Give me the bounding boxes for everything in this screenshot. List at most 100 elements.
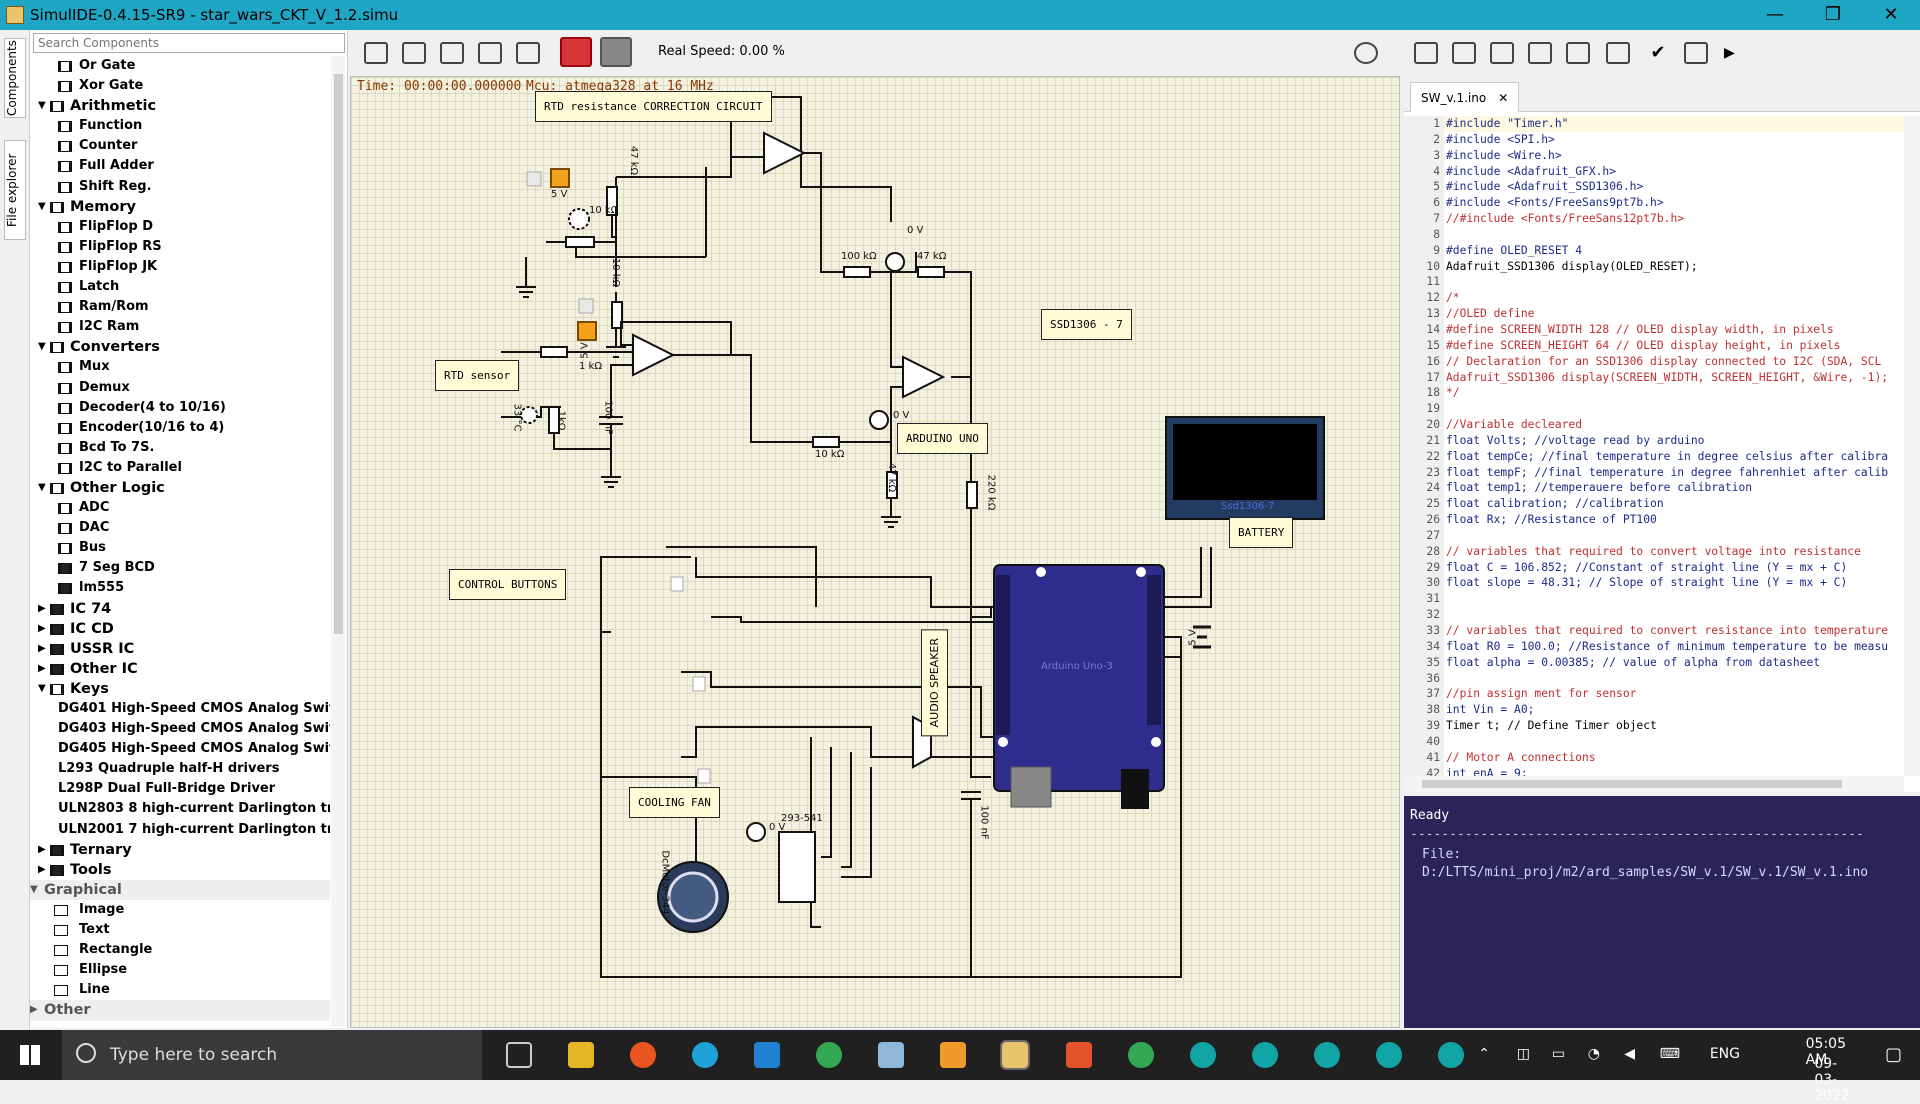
simulide-taskbar-icon[interactable]: [1000, 1040, 1030, 1070]
notification-icon[interactable]: ▢: [1885, 1044, 1902, 1065]
compile-check-icon[interactable]: ✔: [1646, 42, 1670, 64]
tree-category[interactable]: ▶ Other IC: [30, 659, 330, 679]
code-line[interactable]: 14 #define SCREEN_WIDTH 128 // OLED displ…: [1404, 321, 1904, 338]
pause-button[interactable]: [600, 37, 632, 67]
code-line[interactable]: 16// Declaration for an SSD1306 display …: [1404, 353, 1904, 370]
editor-open-button[interactable]: [1490, 42, 1514, 64]
new-circuit-button[interactable]: [402, 42, 426, 64]
code-line[interactable]: 12/*: [1404, 290, 1904, 307]
code-line[interactable]: 25 float calibration; //calibration: [1404, 496, 1904, 513]
tab-sw-v1-ino[interactable]: SW_v.1.ino ✕: [1410, 82, 1520, 112]
code-line[interactable]: 20//Variable decleared: [1404, 417, 1904, 433]
code-line[interactable]: 39 Timer t; // Define Timer object: [1404, 718, 1904, 734]
tab-file-explorer[interactable]: File explorer: [4, 140, 26, 240]
expand-down-icon[interactable]: ▼: [38, 197, 46, 217]
tree-category[interactable]: ▶ IC 74: [30, 599, 330, 619]
code-line[interactable]: 28// variables that required to convert …: [1404, 543, 1904, 560]
tree-item[interactable]: Bcd To 7S.: [30, 438, 330, 458]
edge-icon[interactable]: [692, 1042, 718, 1068]
tree-item[interactable]: L298P Dual Full-Bridge Driver: [30, 779, 330, 799]
expand-down-icon[interactable]: ▼: [38, 478, 46, 498]
battery-icon[interactable]: ▭: [1552, 1046, 1565, 1062]
label-rtd-sensor[interactable]: RTD sensor: [435, 360, 520, 391]
tree-item[interactable]: FlipFlop D: [30, 217, 330, 237]
tree-item[interactable]: Ram/Rom: [30, 297, 330, 317]
open-circuit-button[interactable]: [440, 42, 464, 64]
editor-menu-button[interactable]: [1414, 42, 1438, 64]
code-line[interactable]: 4 #include <Adafruit_GFX.h>: [1404, 163, 1904, 180]
save-as-button[interactable]: [516, 42, 540, 64]
minimize-button[interactable]: —: [1746, 0, 1804, 30]
code-line[interactable]: 18 */: [1404, 385, 1904, 402]
tree-item[interactable]: I2C Ram: [30, 317, 330, 337]
tree-item[interactable]: DG405 High-Speed CMOS Analog Switc...: [30, 739, 330, 759]
wifi-icon[interactable]: ◔: [1588, 1046, 1600, 1062]
editor-new-button[interactable]: [1452, 42, 1476, 64]
arduino-icon-2[interactable]: [1252, 1042, 1278, 1068]
tree-item[interactable]: Or Gate: [30, 56, 330, 76]
windows-start-icon[interactable]: [20, 1045, 40, 1065]
expand-right-icon[interactable]: ▶: [38, 599, 46, 619]
component-tree-scrollbar[interactable]: [331, 56, 345, 1026]
tree-item[interactable]: Latch: [30, 277, 330, 297]
keyboard-icon[interactable]: ⌨: [1660, 1046, 1680, 1062]
tree-category[interactable]: ▶ IC CD: [30, 619, 330, 639]
graphical-item[interactable]: Rectangle: [30, 940, 330, 960]
code-line[interactable]: 19: [1404, 401, 1904, 418]
expand-down-icon[interactable]: ▼: [38, 679, 46, 699]
vscode-icon[interactable]: [754, 1042, 780, 1068]
code-line[interactable]: 5 #include <Adafruit_SSD1306.h>: [1404, 179, 1904, 196]
tree-item[interactable]: Bus: [30, 538, 330, 558]
code-line[interactable]: 36: [1404, 670, 1904, 687]
chrome-profile-icon[interactable]: [1128, 1042, 1154, 1068]
code-line[interactable]: 27: [1404, 527, 1904, 544]
code-line[interactable]: 41// Motor A connections: [1404, 749, 1904, 766]
clock-date[interactable]: 09-03-2022: [1814, 1056, 1850, 1104]
expand-right-icon[interactable]: ▶: [38, 619, 46, 639]
code-line[interactable]: 23 float tempF; //final temperature in de…: [1404, 464, 1904, 481]
tree-item[interactable]: L293 Quadruple half-H drivers: [30, 759, 330, 779]
editor-save-button[interactable]: [1528, 42, 1552, 64]
expand-right-icon[interactable]: ▶: [30, 1000, 38, 1020]
code-line[interactable]: 21 float Volts; //voltage read by arduino: [1404, 432, 1904, 449]
code-line[interactable]: 9 #define OLED_RESET 4: [1404, 242, 1904, 259]
label-control-buttons[interactable]: CONTROL BUTTONS: [449, 569, 567, 600]
expand-right-icon[interactable]: ▶: [38, 639, 46, 659]
tree-category[interactable]: ▼ Memory: [30, 197, 330, 217]
expand-right-icon[interactable]: ▶: [38, 860, 46, 880]
tree-item[interactable]: DG403 High-Speed CMOS Analog Switc...: [30, 719, 330, 739]
chevron-up-icon[interactable]: ⌃: [1478, 1046, 1490, 1062]
code-line[interactable]: 11: [1404, 274, 1904, 291]
file-explorer-icon[interactable]: [568, 1042, 594, 1068]
label-battery[interactable]: BATTERY: [1229, 517, 1294, 548]
code-line[interactable]: 3 #include <Wire.h>: [1404, 147, 1904, 164]
expand-down-icon[interactable]: ▼: [30, 880, 38, 900]
code-line[interactable]: 1 #include "Timer.h": [1404, 116, 1904, 132]
close-tab-icon[interactable]: ✕: [1498, 91, 1508, 105]
graphical-item[interactable]: Line: [30, 980, 330, 1000]
code-line[interactable]: 33// variables that required to convert …: [1404, 623, 1904, 639]
tree-item[interactable]: lm555: [30, 578, 330, 598]
chrome-icon[interactable]: [816, 1042, 842, 1068]
tree-item[interactable]: ULN2803 8 high-current Darlington tra...: [30, 799, 330, 819]
code-line[interactable]: 34 float R0 = 100.0; //Resistance of mini…: [1404, 638, 1904, 655]
code-line[interactable]: 32: [1404, 607, 1904, 623]
code-line[interactable]: 31: [1404, 591, 1904, 608]
code-line[interactable]: 22 float tempCe; //final temperature in d…: [1404, 448, 1904, 465]
expand-right-icon[interactable]: ▶: [38, 840, 46, 860]
code-line[interactable]: 26 float Rx; //Resistance of PT100: [1404, 512, 1904, 528]
notepad-icon[interactable]: [878, 1042, 904, 1068]
media-player-icon[interactable]: [940, 1042, 966, 1068]
code-line[interactable]: 13//OLED define: [1404, 306, 1904, 322]
debug-icon[interactable]: [1354, 42, 1378, 64]
language-indicator[interactable]: ENG: [1710, 1046, 1740, 1062]
volume-icon[interactable]: ◀: [1624, 1046, 1635, 1062]
power-on-button[interactable]: [560, 37, 592, 67]
open-menu-button[interactable]: [364, 42, 388, 64]
taskbar-search[interactable]: Type here to search: [62, 1030, 482, 1080]
close-button[interactable]: ✕: [1862, 0, 1920, 30]
code-line[interactable]: 38 int Vin = A0;: [1404, 702, 1904, 719]
tree-category[interactable]: ▼ Other Logic: [30, 478, 330, 498]
tree-item[interactable]: Counter: [30, 136, 330, 156]
tree-category[interactable]: ▶ USSR IC: [30, 639, 330, 659]
